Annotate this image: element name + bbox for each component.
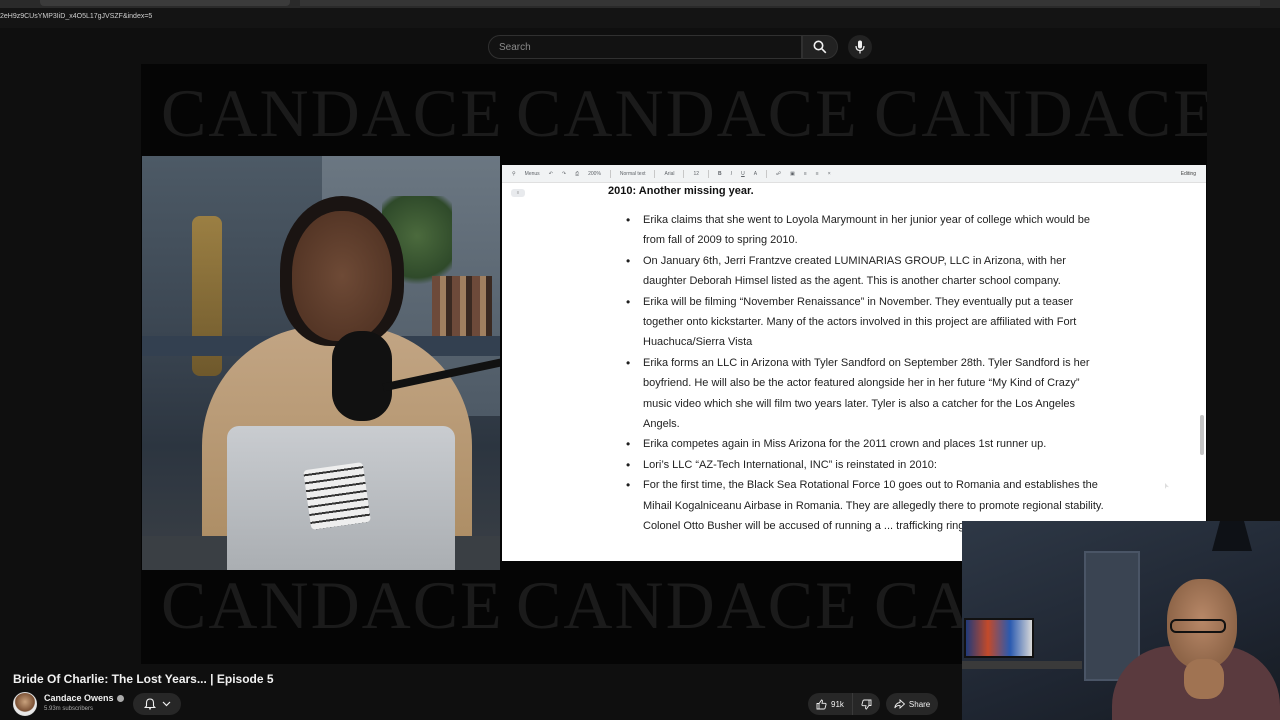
video-title: Bride Of Charlie: The Lost Years... | Ep… bbox=[13, 672, 274, 686]
undo-icon: ↶ bbox=[548, 170, 553, 177]
video-actions: 91k Share bbox=[808, 693, 939, 715]
background-watermark: CANDACE bbox=[161, 567, 504, 643]
television bbox=[964, 618, 1034, 658]
streamer-webcam-overlay bbox=[962, 521, 1280, 720]
font-select: Arial bbox=[664, 170, 675, 177]
list-item: Erika will be filming “November Renaissa… bbox=[626, 292, 1106, 353]
print-icon: ⎙ bbox=[575, 170, 580, 177]
thumbs-up-icon bbox=[816, 699, 827, 709]
outline-toggle-icon: ≡ bbox=[511, 189, 525, 197]
host-camera-feed bbox=[142, 156, 500, 570]
search-icon bbox=[813, 40, 827, 54]
search-button[interactable] bbox=[802, 35, 838, 59]
laptop-sticker bbox=[303, 462, 371, 530]
background-watermark: CANDACE bbox=[874, 75, 1207, 151]
dislike-button[interactable] bbox=[852, 693, 880, 715]
url-text: 2eH9z9CUsYMP3IiD_x4O5L17gJVSZF&index=5 bbox=[0, 13, 153, 20]
shared-document: ⚲ Menus ↶ ↷ ⎙ 200% Normal text Arial 12 … bbox=[502, 165, 1206, 561]
microphone bbox=[332, 331, 392, 421]
editing-mode: Editing bbox=[1180, 170, 1196, 177]
list-item: Erika forms an LLC in Arizona with Tyler… bbox=[626, 353, 1106, 435]
style-select: Normal text bbox=[619, 170, 646, 177]
microphone-icon bbox=[855, 40, 865, 54]
bell-icon bbox=[143, 698, 156, 710]
notification-bell-button[interactable] bbox=[133, 693, 181, 715]
document-toolbar: ⚲ Menus ↶ ↷ ⎙ 200% Normal text Arial 12 … bbox=[502, 165, 1206, 183]
channel-avatar[interactable] bbox=[13, 692, 37, 716]
background-watermark: CANDACE bbox=[161, 75, 504, 151]
bullet-list: Erika claims that she went to Loyola Mar… bbox=[626, 210, 1106, 537]
zoom-select: 200% bbox=[588, 170, 601, 177]
search-input[interactable] bbox=[489, 36, 801, 58]
font-size-field: 12 bbox=[693, 170, 700, 177]
link-icon: ☍ bbox=[776, 170, 782, 177]
browser-tab[interactable] bbox=[40, 0, 290, 6]
browser-tab-bar bbox=[300, 0, 1260, 6]
redo-icon: ↷ bbox=[561, 170, 567, 177]
channel-name: Candace Owens bbox=[44, 693, 114, 703]
browser-tab-strip bbox=[0, 0, 1280, 8]
list-item: Erika claims that she went to Loyola Mar… bbox=[626, 210, 1106, 251]
list-icon: ≡ bbox=[815, 170, 819, 177]
list-item: On January 6th, Jerri Frantzve created L… bbox=[626, 251, 1106, 292]
menus-label: Menus bbox=[524, 170, 540, 177]
image-icon: ▣ bbox=[790, 170, 795, 177]
document-heading: 2010: Another missing year. bbox=[608, 185, 754, 197]
chevron-down-icon bbox=[162, 701, 170, 707]
underline-icon: U bbox=[741, 170, 745, 177]
list-item: Erika competes again in Miss Arizona for… bbox=[626, 434, 1106, 455]
text-color-icon: A bbox=[753, 170, 758, 177]
thumbs-down-icon bbox=[861, 699, 872, 709]
search-box[interactable] bbox=[488, 35, 802, 59]
voice-search-button[interactable] bbox=[848, 35, 872, 59]
verified-badge-icon bbox=[116, 695, 124, 703]
align-icon: ≡ bbox=[803, 170, 807, 177]
search-menus-icon: ⚲ bbox=[512, 170, 516, 177]
like-dislike-group: 91k bbox=[808, 693, 880, 715]
channel-name-link[interactable]: Candace Owens bbox=[44, 693, 124, 703]
share-label: Share bbox=[908, 699, 931, 709]
italic-icon: I bbox=[730, 170, 733, 177]
clear-format-icon: × bbox=[827, 170, 831, 177]
background-watermark: CANDACE bbox=[516, 75, 859, 151]
document-scrollbar bbox=[1200, 415, 1204, 455]
like-button[interactable]: 91k bbox=[808, 693, 853, 715]
background-watermark: CANDACE bbox=[516, 567, 859, 643]
url-bar[interactable] bbox=[0, 8, 1280, 28]
share-button[interactable]: Share bbox=[885, 693, 939, 715]
like-count: 91k bbox=[831, 699, 844, 709]
list-item: Lori’s LLC “AZ-Tech International, INC” … bbox=[626, 455, 1106, 476]
subscriber-count: 5.93m subscribers bbox=[44, 706, 94, 712]
share-icon bbox=[894, 699, 905, 709]
bold-icon: B bbox=[718, 170, 722, 177]
